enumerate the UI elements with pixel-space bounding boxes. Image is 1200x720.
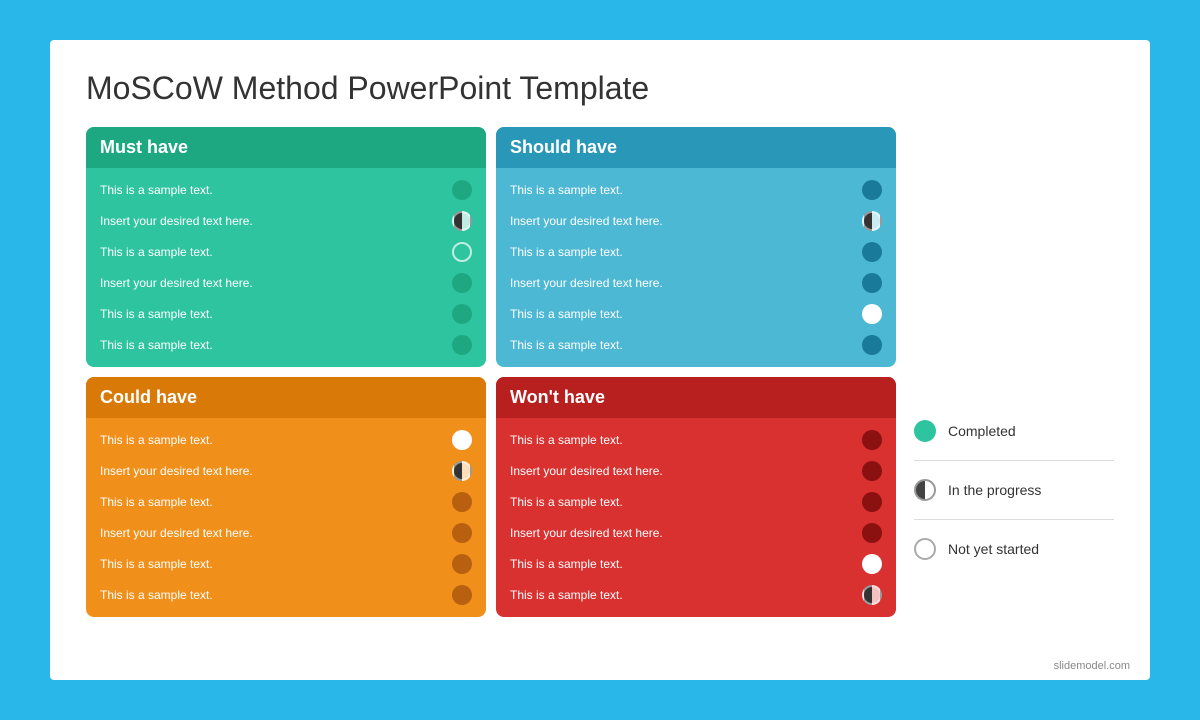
status-inprogress-icon — [452, 461, 472, 481]
legend-divider-2 — [914, 519, 1114, 520]
slide-title: MoSCoW Method PowerPoint Template — [86, 70, 1114, 107]
status-inprogress-icon — [862, 585, 882, 605]
list-item: Insert your desired text here. — [506, 209, 886, 233]
status-completed-icon — [862, 461, 882, 481]
list-item: This is a sample text. — [506, 428, 886, 452]
list-item: Insert your desired text here. — [506, 271, 886, 295]
list-item: This is a sample text. — [96, 302, 476, 326]
list-item: Insert your desired text here. — [96, 209, 476, 233]
should-have-body: This is a sample text. Insert your desir… — [496, 168, 896, 367]
list-item: Insert your desired text here. — [96, 521, 476, 545]
legend-notstarted-label: Not yet started — [948, 541, 1039, 557]
legend: Completed In the progress Not yet starte… — [914, 420, 1114, 560]
status-completed-icon — [452, 554, 472, 574]
must-have-header: Must have — [86, 127, 486, 168]
list-item: This is a sample text. — [506, 178, 886, 202]
legend-completed-icon — [914, 420, 936, 442]
status-empty-icon — [862, 554, 882, 574]
wont-have-body: This is a sample text. Insert your desir… — [496, 418, 896, 617]
list-item: This is a sample text. — [506, 333, 886, 357]
legend-item-inprogress: In the progress — [914, 479, 1114, 501]
list-item: This is a sample text. — [506, 583, 886, 607]
legend-item-completed: Completed — [914, 420, 1114, 442]
status-completed-icon — [862, 492, 882, 512]
status-completed-icon — [452, 492, 472, 512]
should-have-header: Should have — [496, 127, 896, 168]
status-empty-icon — [862, 304, 882, 324]
list-item: This is a sample text. — [506, 240, 886, 264]
legend-inprogress-label: In the progress — [948, 482, 1041, 498]
list-item: Insert your desired text here. — [506, 521, 886, 545]
list-item: Insert your desired text here. — [96, 459, 476, 483]
status-completed-icon — [862, 430, 882, 450]
legend-item-notstarted: Not yet started — [914, 538, 1114, 560]
list-item: Insert your desired text here. — [96, 271, 476, 295]
wont-have-card: Won't have This is a sample text. Insert… — [496, 377, 896, 617]
status-inprogress-icon — [862, 211, 882, 231]
list-item: This is a sample text. — [96, 240, 476, 264]
status-completed-icon — [452, 523, 472, 543]
status-completed-icon — [452, 180, 472, 200]
list-item: This is a sample text. — [506, 552, 886, 576]
could-have-card: Could have This is a sample text. Insert… — [86, 377, 486, 617]
could-have-header: Could have — [86, 377, 486, 418]
list-item: This is a sample text. — [96, 583, 476, 607]
status-completed-icon — [452, 304, 472, 324]
legend-completed-label: Completed — [948, 423, 1016, 439]
status-completed-icon — [452, 585, 472, 605]
status-empty-icon — [452, 242, 472, 262]
list-item: This is a sample text. — [96, 428, 476, 452]
list-item: This is a sample text. — [96, 333, 476, 357]
status-completed-icon — [862, 180, 882, 200]
status-completed-icon — [862, 242, 882, 262]
list-item: This is a sample text. — [96, 552, 476, 576]
legend-notstarted-icon — [914, 538, 936, 560]
status-completed-icon — [862, 523, 882, 543]
list-item: Insert your desired text here. — [506, 459, 886, 483]
status-completed-icon — [862, 273, 882, 293]
watermark: slidemodel.com — [1054, 660, 1130, 672]
list-item: This is a sample text. — [506, 490, 886, 514]
status-completed-icon — [452, 335, 472, 355]
moscow-grid: Must have This is a sample text. Insert … — [86, 127, 896, 617]
status-completed-icon — [452, 273, 472, 293]
status-empty-icon — [452, 430, 472, 450]
status-inprogress-icon — [452, 211, 472, 231]
could-have-body: This is a sample text. Insert your desir… — [86, 418, 486, 617]
list-item: This is a sample text. — [96, 490, 476, 514]
must-have-card: Must have This is a sample text. Insert … — [86, 127, 486, 367]
must-have-body: This is a sample text. Insert your desir… — [86, 168, 486, 367]
status-completed-icon — [862, 335, 882, 355]
should-have-card: Should have This is a sample text. Inser… — [496, 127, 896, 367]
wont-have-header: Won't have — [496, 377, 896, 418]
slide: MoSCoW Method PowerPoint Template Must h… — [50, 40, 1150, 680]
list-item: This is a sample text. — [96, 178, 476, 202]
legend-divider-1 — [914, 460, 1114, 461]
legend-inprogress-icon — [914, 479, 936, 501]
list-item: This is a sample text. — [506, 302, 886, 326]
